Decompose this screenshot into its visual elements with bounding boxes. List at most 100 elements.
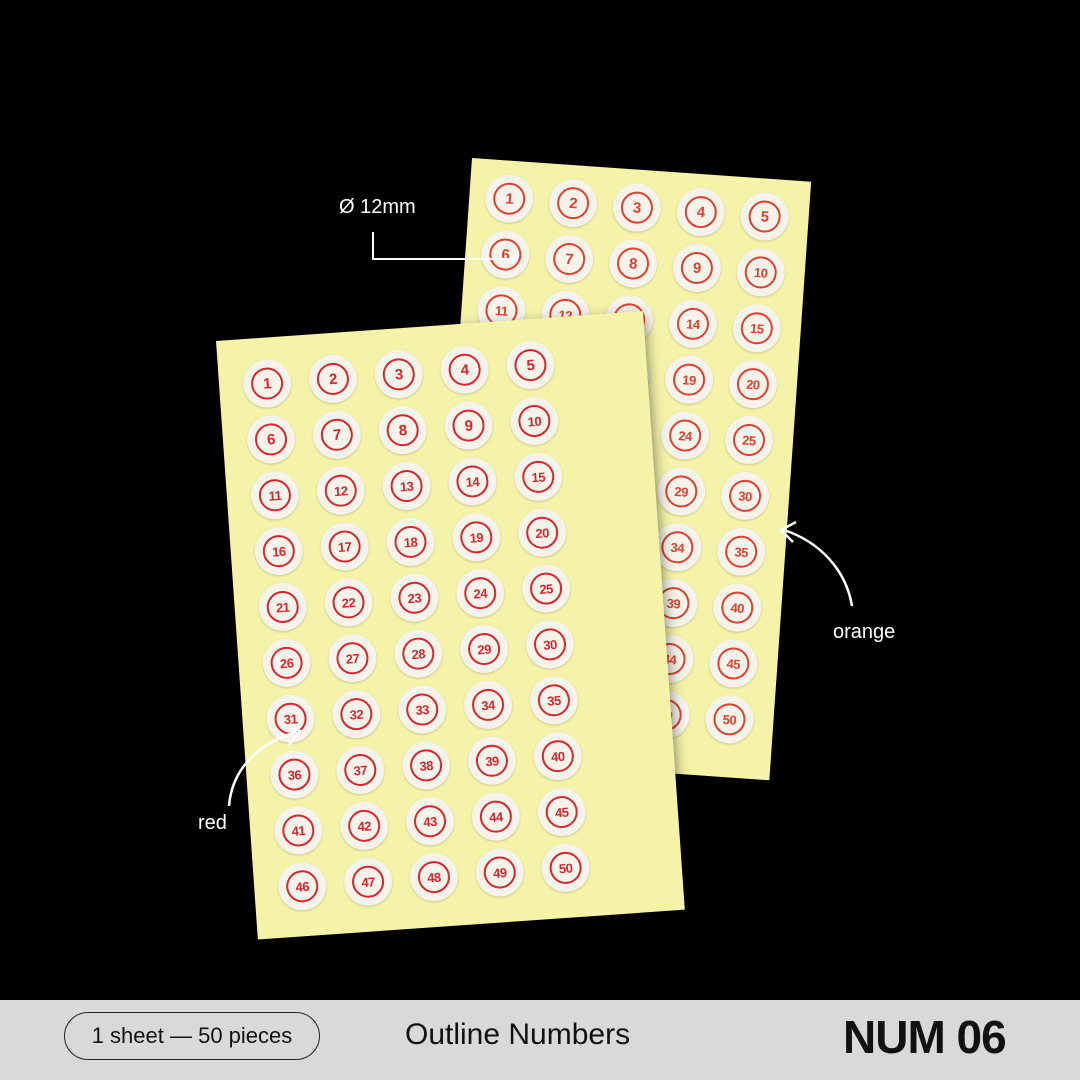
sticker-red-13: 13 (380, 460, 433, 512)
sticker-number: 11 (257, 478, 292, 513)
sticker-number: 47 (351, 864, 386, 899)
sticker-number: 33 (405, 692, 440, 727)
sticker-red-31: 31 (264, 693, 317, 745)
sticker-number: 37 (343, 752, 378, 788)
sticker-number: 25 (731, 422, 767, 458)
sticker-red-39: 39 (466, 735, 518, 787)
sticker-orange-9: 9 (671, 242, 723, 294)
sticker-number: 27 (335, 641, 370, 676)
product-image: 1234567891011121314151617181920212223242… (0, 0, 1080, 1080)
sticker-number: 18 (393, 524, 428, 559)
sticker-number: 20 (735, 367, 770, 402)
orange-color-label: orange (833, 621, 896, 643)
sticker-number: 32 (339, 697, 374, 732)
sticker-orange-29: 29 (655, 465, 707, 518)
sticker-number: 41 (281, 813, 316, 848)
sticker-red-22: 22 (322, 576, 375, 629)
sticker-number: 24 (668, 418, 703, 453)
sticker-red-26: 26 (261, 637, 313, 689)
orange-arrow (783, 528, 854, 607)
sticker-red-34: 34 (462, 679, 514, 731)
sticker-number: 21 (265, 589, 300, 625)
sticker-red-48: 48 (408, 851, 460, 903)
sticker-orange-35: 35 (715, 526, 767, 578)
sticker-number: 15 (739, 311, 774, 346)
sticker-red-11: 11 (249, 469, 301, 521)
sticker-red-50: 50 (539, 842, 592, 894)
sticker-orange-7: 7 (543, 233, 595, 285)
sticker-number: 29 (664, 474, 699, 509)
sticker-number: 28 (401, 636, 436, 671)
red-color-label: red (198, 812, 227, 834)
sticker-number: 22 (331, 585, 366, 620)
sticker-red-12: 12 (315, 465, 367, 517)
sticker-orange-30: 30 (719, 470, 771, 522)
sticker-number: 6 (488, 237, 523, 272)
sticker-number: 5 (747, 199, 782, 234)
sticker-orange-15: 15 (731, 302, 783, 354)
sticker-orange-3: 3 (611, 182, 663, 234)
sticker-red-14: 14 (446, 455, 499, 508)
sticker-orange-19: 19 (663, 354, 715, 406)
sticker-number: 2 (556, 186, 591, 221)
sticker-number: 36 (277, 757, 312, 792)
product-name: Outline Numbers (405, 1018, 631, 1051)
sticker-number: 50 (548, 850, 583, 885)
sticker-number: 6 (253, 422, 289, 457)
sticker-red-18: 18 (384, 516, 437, 568)
sticker-red-37: 37 (334, 744, 386, 796)
sticker-number: 8 (615, 246, 651, 281)
sticker-number: 38 (409, 748, 444, 783)
sticker-number: 10 (743, 255, 778, 290)
sticker-number: 31 (273, 701, 308, 736)
sticker-number: 23 (397, 580, 432, 615)
sticker-number: 26 (269, 645, 304, 680)
sticker-orange-4: 4 (675, 186, 727, 238)
sticker-number: 2 (315, 361, 351, 397)
sticker-red-6: 6 (245, 413, 297, 466)
sticker-number: 14 (675, 306, 711, 341)
sticker-red-47: 47 (342, 856, 394, 908)
sticker-number: 50 (712, 702, 747, 737)
sticker-number: 12 (323, 473, 358, 508)
sticker-red-40: 40 (532, 730, 584, 782)
sticker-number: 34 (470, 687, 506, 722)
sticker-number: 40 (720, 590, 755, 625)
pieces-badge: 1 sheet — 50 pieces (64, 1012, 320, 1060)
sticker-orange-1: 1 (483, 173, 535, 225)
sticker-number: 4 (683, 195, 718, 230)
sticker-red-20: 20 (516, 507, 568, 559)
sticker-red-24: 24 (454, 567, 506, 619)
sticker-red-17: 17 (319, 520, 371, 573)
sticker-orange-20: 20 (727, 358, 779, 410)
sticker-number: 16 (261, 534, 296, 569)
sticker-red-4: 4 (438, 344, 491, 396)
sticker-red-16: 16 (253, 525, 305, 577)
sticker-number: 24 (463, 576, 498, 611)
footer-bar: 1 sheet — 50 pieces Outline Numbers NUM … (0, 1000, 1080, 1080)
sticker-number: 48 (416, 860, 452, 895)
sticker-number: 8 (385, 413, 420, 448)
sticker-red-45: 45 (536, 786, 588, 838)
sticker-red-36: 36 (268, 748, 321, 801)
sticker-number: 19 (671, 362, 707, 397)
sticker-red-35: 35 (528, 674, 580, 726)
sticker-number: 40 (540, 739, 575, 774)
sticker-number: 3 (381, 357, 416, 392)
sticker-number: 15 (521, 459, 556, 494)
sticker-number: 4 (447, 352, 482, 387)
sticker-number: 45 (544, 794, 579, 830)
sticker-number: 30 (532, 627, 568, 662)
sticker-orange-10: 10 (735, 246, 787, 299)
sticker-number: 45 (716, 646, 751, 681)
sticker-red-23: 23 (388, 572, 441, 624)
sticker-number: 49 (482, 855, 517, 890)
product-code: NUM 06 (843, 1011, 1007, 1063)
red-sticker-sheet: 1 2 3 4 5 6 7 8 9 10 11 12 13 14 15 16 17 18 19 20 21 22 23 24 2… (216, 311, 685, 940)
sticker-red-43: 43 (404, 795, 456, 847)
sticker-number: 13 (389, 468, 424, 504)
sticker-orange-40: 40 (711, 581, 763, 634)
sticker-red-5: 5 (504, 339, 557, 391)
sticker-number: 10 (517, 403, 552, 439)
sticker-red-1: 1 (241, 357, 293, 410)
